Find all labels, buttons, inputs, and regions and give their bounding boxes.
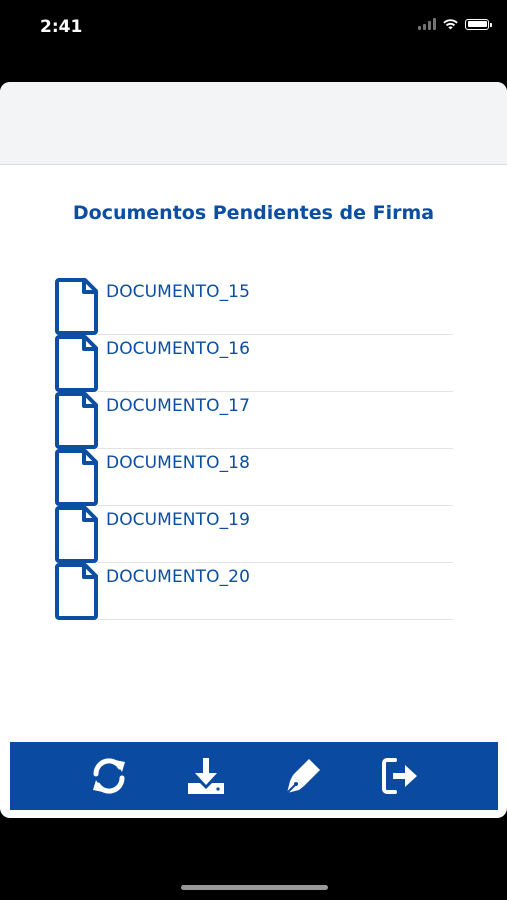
document-name: DOCUMENTO_18: [106, 453, 251, 473]
sign-pen-icon: [285, 759, 320, 794]
status-time: 2:41: [40, 17, 83, 37]
document-icon: [55, 392, 98, 449]
download-button[interactable]: [180, 750, 232, 802]
document-icon: [55, 278, 98, 335]
document-list-item[interactable]: DOCUMENTO_16: [55, 335, 453, 392]
divider: [98, 619, 453, 620]
document-icon: [55, 563, 98, 620]
document-name: DOCUMENTO_19: [106, 510, 251, 530]
document-list-item[interactable]: DOCUMENTO_18: [55, 449, 453, 506]
document-icon: [55, 506, 98, 563]
document-list-item[interactable]: DOCUMENTO_15: [55, 278, 453, 335]
refresh-icon: [92, 758, 125, 794]
main-sheet: Documentos Pendientes de Firma DOCUMENTO…: [0, 82, 507, 818]
cellular-signal-icon: [418, 18, 436, 30]
document-list: DOCUMENTO_15 DOCUMENTO_16 DOCUMENTO_17 D…: [55, 278, 453, 620]
document-name: DOCUMENTO_16: [106, 339, 251, 359]
logout-button[interactable]: [374, 750, 426, 802]
document-list-item[interactable]: DOCUMENTO_19: [55, 506, 453, 563]
status-bar: 2:41: [0, 0, 507, 56]
home-indicator[interactable]: [181, 885, 328, 890]
logout-icon: [381, 758, 417, 794]
document-list-item[interactable]: DOCUMENTO_20: [55, 563, 453, 620]
download-icon: [187, 758, 224, 794]
document-name: DOCUMENTO_20: [106, 567, 251, 587]
document-list-item[interactable]: DOCUMENTO_17: [55, 392, 453, 449]
refresh-button[interactable]: [83, 750, 135, 802]
header-banner: [0, 82, 507, 165]
status-icons: [418, 18, 492, 30]
document-icon: [55, 335, 98, 392]
battery-icon: [465, 18, 492, 30]
sign-button[interactable]: [277, 750, 329, 802]
document-name: DOCUMENTO_15: [106, 282, 251, 302]
bottom-toolbar: [10, 742, 498, 810]
wifi-icon: [443, 19, 458, 30]
document-name: DOCUMENTO_17: [106, 396, 251, 416]
document-icon: [55, 449, 98, 506]
page-title: Documentos Pendientes de Firma: [72, 202, 435, 224]
